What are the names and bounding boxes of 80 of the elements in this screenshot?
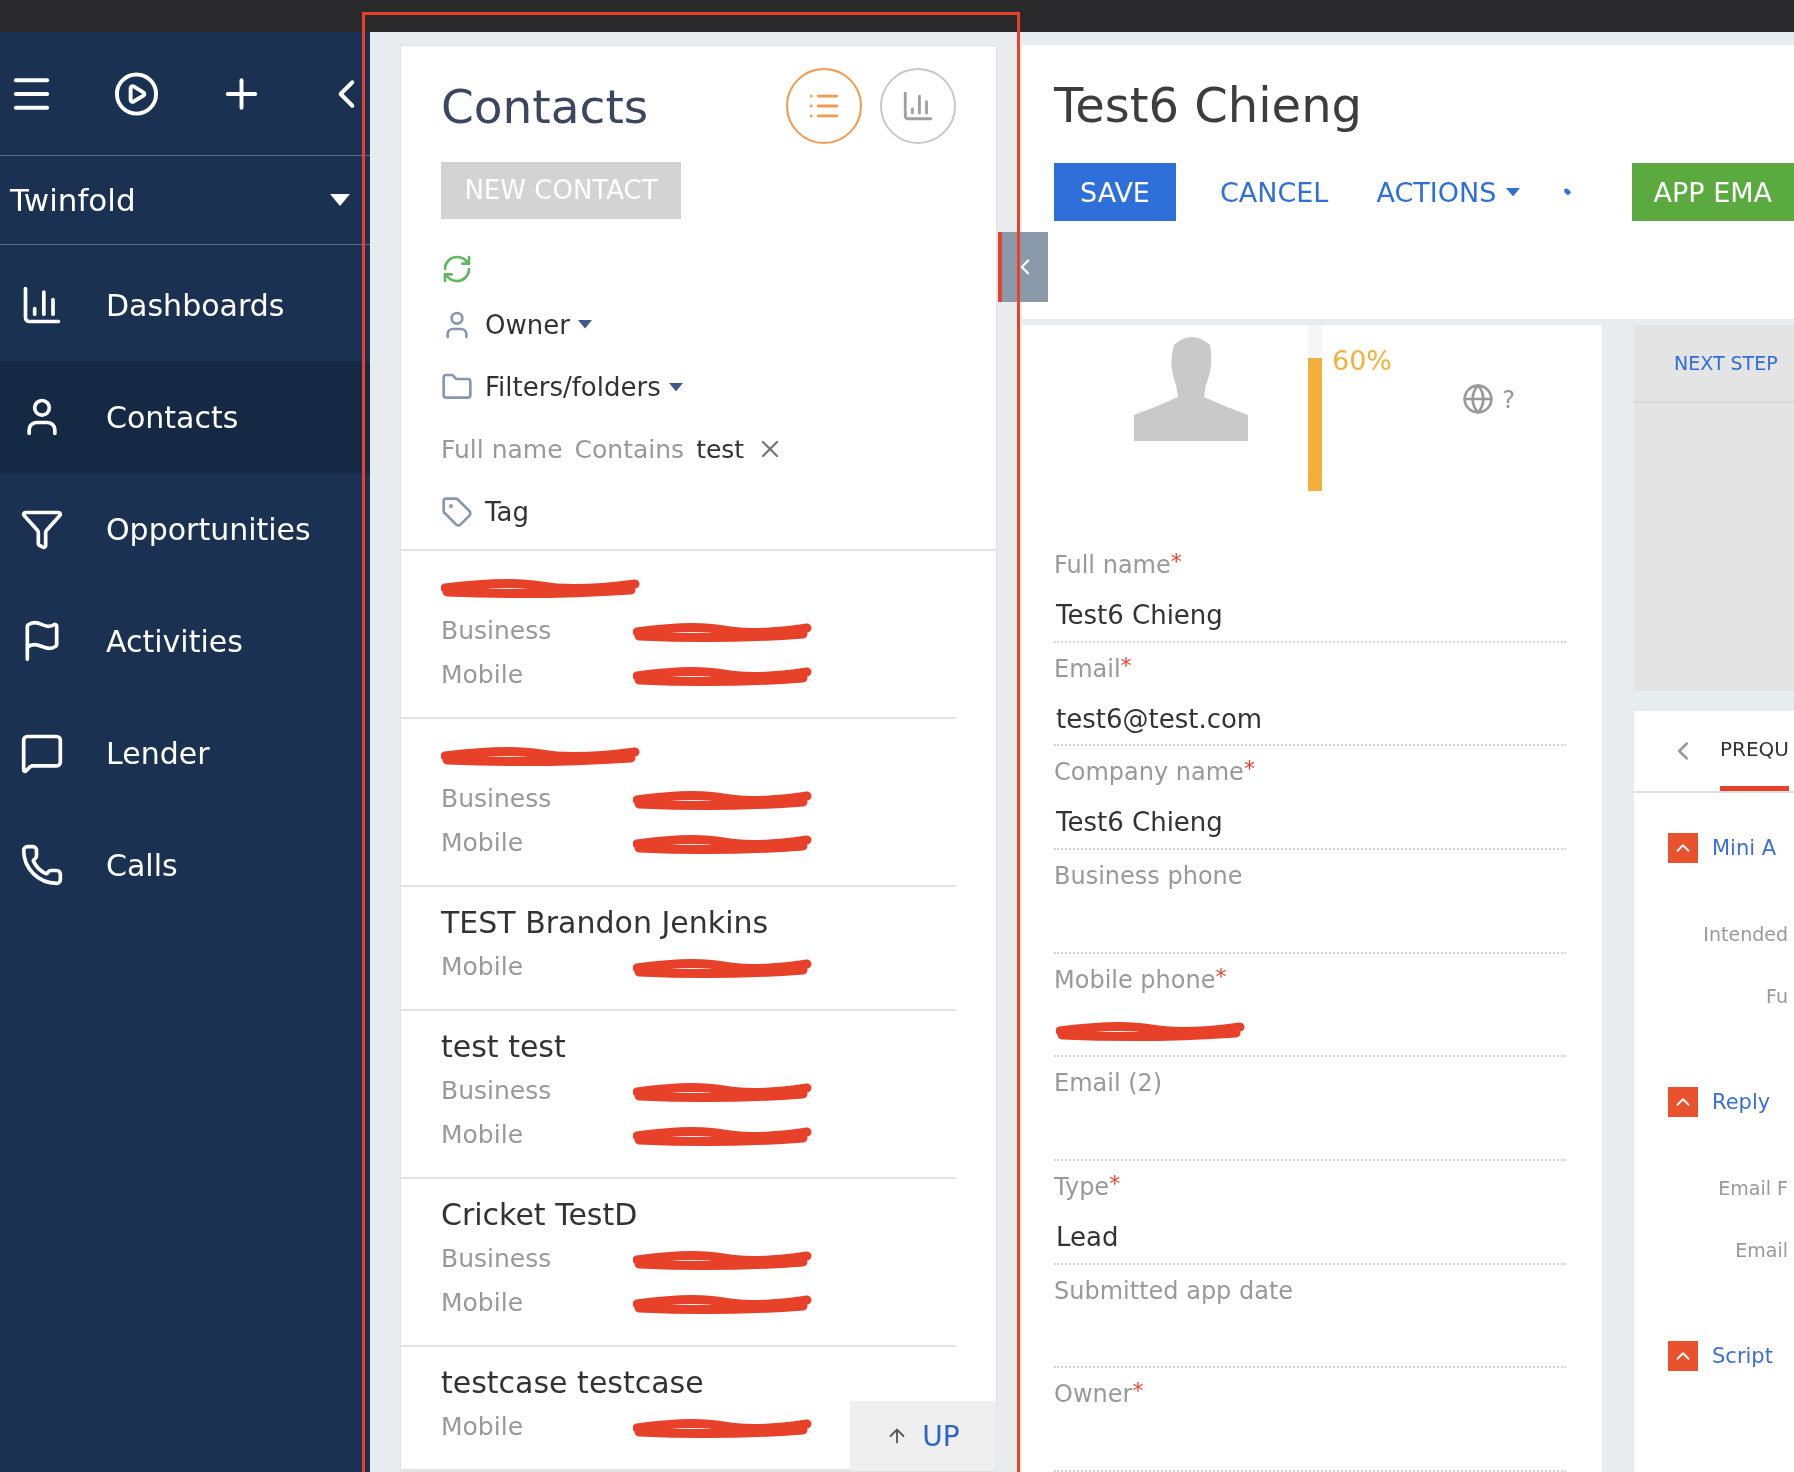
caret-icon <box>668 382 683 392</box>
field-label: Email F <box>1718 1177 1788 1199</box>
required-mark: * <box>1120 652 1132 678</box>
section-title[interactable]: Script <box>1712 1344 1773 1368</box>
section-tab[interactable]: PREQU <box>1720 711 1789 791</box>
panel-title: Contacts <box>441 78 650 134</box>
required-mark: * <box>1243 756 1255 782</box>
contact-name: test test <box>441 1029 566 1065</box>
field-value: test6@test.com <box>1056 702 1264 736</box>
nav-item[interactable]: Lender <box>0 697 370 809</box>
contact-record[interactable]: testcase testcase Mobile <box>441 1361 813 1449</box>
action-button[interactable]: CANCEL <box>1215 163 1333 221</box>
field-label: Email <box>1054 654 1121 683</box>
caret-icon <box>577 320 592 329</box>
field-value: Test6 Chieng <box>1056 806 1224 840</box>
field-label: Submitted app date <box>1054 1276 1294 1305</box>
contact-name: TEST Brandon Jenkins <box>441 905 769 941</box>
field-label: Fu <box>1766 985 1788 1007</box>
contact-name: testcase testcase <box>441 1365 704 1401</box>
field-value: Test6 Chieng <box>1056 599 1224 633</box>
form-field[interactable]: Full name* Test6 Chieng <box>1054 539 1566 643</box>
phone-label: Mobile <box>441 660 524 690</box>
workspace-dropdown[interactable]: Twinfold <box>0 156 370 245</box>
filter-column: Full name <box>441 434 563 464</box>
action-button[interactable]: ACTIONS <box>1372 163 1525 221</box>
phone-label: Mobile <box>441 1120 524 1150</box>
contact-record[interactable]: TEST Brandon Jenkins Mobile <box>441 901 813 989</box>
phone-label: Mobile <box>441 952 524 982</box>
form-field[interactable]: Company name* Test6 Chieng <box>1054 746 1566 851</box>
nav-item[interactable]: Contacts <box>0 361 370 473</box>
caret-icon <box>330 194 350 206</box>
phone-label: Business <box>441 616 553 646</box>
record-title: Test6 Chieng <box>1054 76 1363 135</box>
nav-item[interactable]: Calls <box>0 809 370 921</box>
phone-label: Mobile <box>441 828 524 858</box>
contact-record[interactable]: Cricket TestD Business Mobile <box>441 1193 813 1325</box>
phone-label: Business <box>441 784 553 814</box>
scroll-up-button[interactable]: UP <box>850 1401 996 1471</box>
contact-record[interactable]: test test Business Mobile <box>441 1025 813 1157</box>
phone-icon <box>20 843 64 887</box>
filter-value: test <box>696 434 745 464</box>
timezone-hint: ? <box>1502 384 1516 414</box>
section-title[interactable]: Mini A <box>1712 836 1777 860</box>
field-label: Intended <box>1703 923 1788 945</box>
section-title[interactable]: Reply <box>1712 1090 1771 1114</box>
required-mark: * <box>1132 1378 1144 1404</box>
filter-operator: Contains <box>574 434 685 464</box>
field-label: Email (2) <box>1054 1069 1163 1098</box>
phone-label: Business <box>441 1076 553 1106</box>
form-field[interactable]: Owner* <box>1054 1368 1566 1472</box>
phone-label: Business <box>441 1244 553 1274</box>
phone-label: Mobile <box>441 1288 524 1318</box>
next-steps-tab[interactable]: NEXT STEP <box>1674 352 1778 374</box>
required-mark: * <box>1170 549 1182 575</box>
required-mark: * <box>1109 1171 1121 1197</box>
required-mark: * <box>1215 963 1227 989</box>
phone-label: Mobile <box>441 1412 524 1442</box>
filter-link[interactable]: Filters/folders <box>485 372 683 402</box>
bar-chart-icon <box>901 89 935 123</box>
caret-icon <box>1506 187 1521 197</box>
nav-item[interactable]: Opportunities <box>0 473 370 585</box>
field-label: Business phone <box>1054 862 1243 891</box>
field-value: Lead <box>1056 1221 1120 1255</box>
field-label: Company name <box>1054 758 1244 787</box>
nav-item[interactable]: Dashboards <box>0 249 370 361</box>
action-button[interactable]: SAVE <box>1054 163 1176 221</box>
field-label: Mobile phone <box>1054 965 1216 994</box>
nav-item[interactable]: Activities <box>0 585 370 697</box>
field-label: Owner <box>1054 1380 1133 1409</box>
tag-link[interactable]: Tag <box>485 496 529 527</box>
field-label: Full name <box>1054 551 1171 580</box>
filter-link[interactable]: Owner <box>485 309 592 340</box>
form-field[interactable]: Email* test6@test.com <box>1054 642 1566 747</box>
form-field[interactable]: Mobile phone* <box>1054 953 1566 1058</box>
tag-icon <box>441 495 473 528</box>
completeness-reading: 60% <box>1332 345 1392 376</box>
form-field[interactable]: Type* Lead <box>1054 1161 1566 1265</box>
contact-name: Cricket TestD <box>441 1197 638 1233</box>
field-label: Type <box>1054 1173 1110 1202</box>
field-label: Email <box>1735 1239 1788 1261</box>
